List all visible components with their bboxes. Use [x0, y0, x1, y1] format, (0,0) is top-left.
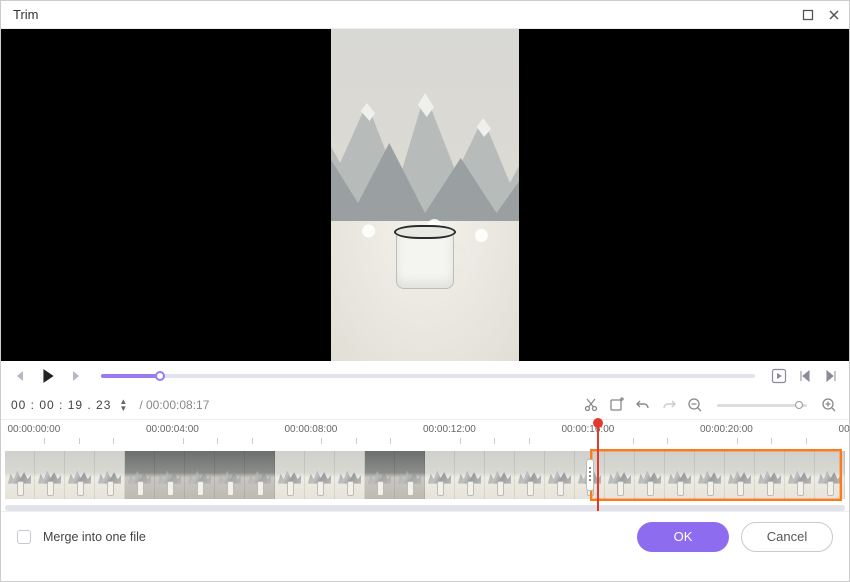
mountains-graphic — [331, 63, 519, 233]
zoom-out-icon[interactable] — [685, 395, 705, 415]
timeline-scrollbar-thumb[interactable] — [5, 505, 845, 511]
ok-button[interactable]: OK — [637, 522, 729, 552]
time-stepper: ▲ ▼ — [119, 398, 127, 412]
thumbnail[interactable] — [305, 451, 335, 499]
thumbnail[interactable] — [395, 451, 425, 499]
ruler-minor-tick — [113, 438, 114, 444]
ruler-minor-tick — [321, 438, 322, 444]
ruler-tick: 00:00:20:00 — [700, 424, 753, 435]
undo-icon[interactable] — [633, 395, 653, 415]
ruler-minor-tick — [79, 438, 80, 444]
ruler-tick: 00:00:08:00 — [284, 424, 337, 435]
ruler-tick: 00:00:24:00 — [839, 424, 850, 435]
thumbnail[interactable] — [245, 451, 275, 499]
zoom-slider[interactable] — [717, 404, 807, 407]
titlebar: Trim — [1, 1, 849, 29]
thumbnail[interactable] — [65, 451, 95, 499]
redo-icon[interactable] — [659, 395, 679, 415]
timecode-row: 00 : 00 : 19 . 23 ▲ ▼ / 00:00:08:17 — [1, 391, 849, 419]
ruler-minor-tick — [183, 438, 184, 444]
timeline-strip — [1, 447, 849, 511]
trim-selection[interactable] — [590, 449, 842, 501]
next-frame-button[interactable] — [67, 367, 85, 385]
ruler-minor-tick — [494, 438, 495, 444]
thumbnail[interactable] — [485, 451, 515, 499]
thumbnail[interactable] — [425, 451, 455, 499]
ruler-minor-tick — [737, 438, 738, 444]
timeline-ruler[interactable]: 00:00:00:00 00:00:04:00 00:00:08:00 00:00:1… — [1, 419, 849, 447]
ruler-tick: 00:00:00:00 — [7, 424, 60, 435]
total-time-label: / 00:00:08:17 — [139, 398, 209, 412]
preview-frame — [331, 29, 519, 361]
ruler-minor-tick — [460, 438, 461, 444]
current-time-input[interactable]: 00 : 00 : 19 . 23 — [11, 398, 111, 412]
ruler-minor-tick — [771, 438, 772, 444]
ruler-minor-tick — [252, 438, 253, 444]
ruler-minor-tick — [390, 438, 391, 444]
playhead[interactable] — [597, 422, 599, 511]
ruler-tick: 00:00:04:00 — [146, 424, 199, 435]
thumbnail[interactable] — [35, 451, 65, 499]
thumbnail[interactable] — [275, 451, 305, 499]
zoom-in-icon[interactable] — [819, 395, 839, 415]
window-title: Trim — [13, 7, 39, 22]
thumbnail[interactable] — [155, 451, 185, 499]
window-controls — [801, 8, 841, 22]
thumbnail[interactable] — [455, 451, 485, 499]
timeline-scrollbar[interactable] — [5, 505, 845, 511]
play-selection-button[interactable] — [771, 368, 787, 384]
trim-handle-left[interactable] — [586, 459, 594, 491]
ruler-tick: 00:00:16:00 — [562, 424, 615, 435]
merge-label: Merge into one file — [43, 530, 146, 544]
preview-letterbox — [125, 29, 725, 361]
ruler-minor-tick — [529, 438, 530, 444]
goto-end-button[interactable] — [823, 368, 839, 384]
ruler-tick: 00:00:12:00 — [423, 424, 476, 435]
close-button[interactable] — [827, 8, 841, 22]
thumbnail[interactable] — [515, 451, 545, 499]
video-preview — [1, 29, 849, 361]
ruler-minor-tick — [806, 438, 807, 444]
ruler-minor-tick — [633, 438, 634, 444]
playback-right-controls — [771, 368, 839, 384]
maximize-button[interactable] — [801, 8, 815, 22]
thumbnail[interactable] — [125, 451, 155, 499]
cut-icon[interactable] — [581, 395, 601, 415]
ruler-minor-tick — [217, 438, 218, 444]
seek-bar[interactable] — [101, 374, 755, 378]
footer: Merge into one file OK Cancel — [1, 511, 849, 561]
seek-fill — [101, 374, 160, 378]
playback-bar — [1, 361, 849, 391]
seek-thumb[interactable] — [155, 371, 165, 381]
merge-checkbox[interactable] — [17, 530, 31, 544]
add-segment-icon[interactable] — [607, 395, 627, 415]
cancel-button[interactable]: Cancel — [741, 522, 833, 552]
zoom-thumb[interactable] — [795, 401, 803, 409]
ruler-minor-tick — [667, 438, 668, 444]
thumbnail[interactable] — [365, 451, 395, 499]
ruler-minor-tick — [356, 438, 357, 444]
play-button[interactable] — [39, 367, 57, 385]
mug-graphic — [390, 225, 460, 289]
thumbnail[interactable] — [545, 451, 575, 499]
playhead-handle[interactable] — [593, 418, 603, 428]
thumbnail[interactable] — [215, 451, 245, 499]
time-step-down[interactable]: ▼ — [119, 405, 127, 412]
ruler-minor-tick — [44, 438, 45, 444]
thumbnail[interactable] — [335, 451, 365, 499]
prev-frame-button[interactable] — [11, 367, 29, 385]
thumbnail[interactable] — [185, 451, 215, 499]
goto-start-button[interactable] — [797, 368, 813, 384]
thumbnail[interactable] — [5, 451, 35, 499]
thumbnail[interactable] — [95, 451, 125, 499]
